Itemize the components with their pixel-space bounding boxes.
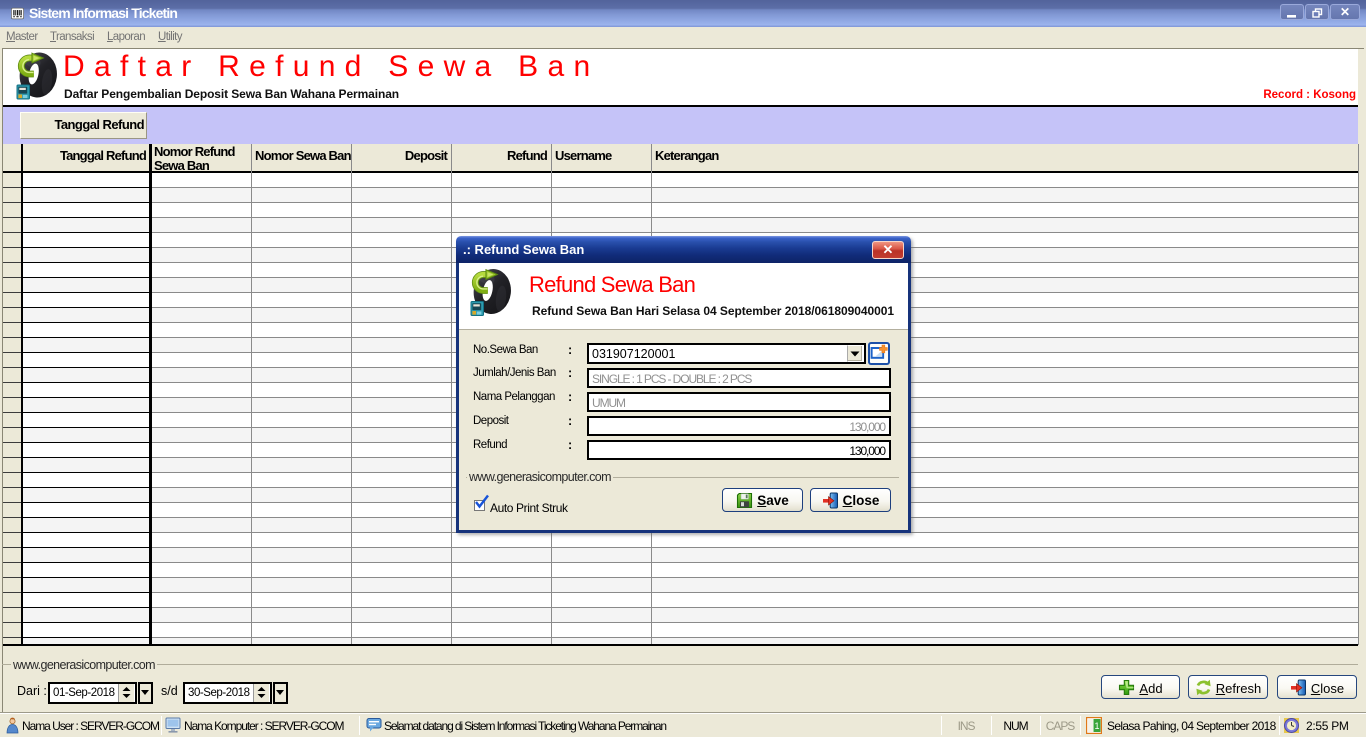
svg-text:1: 1 xyxy=(1094,721,1099,731)
